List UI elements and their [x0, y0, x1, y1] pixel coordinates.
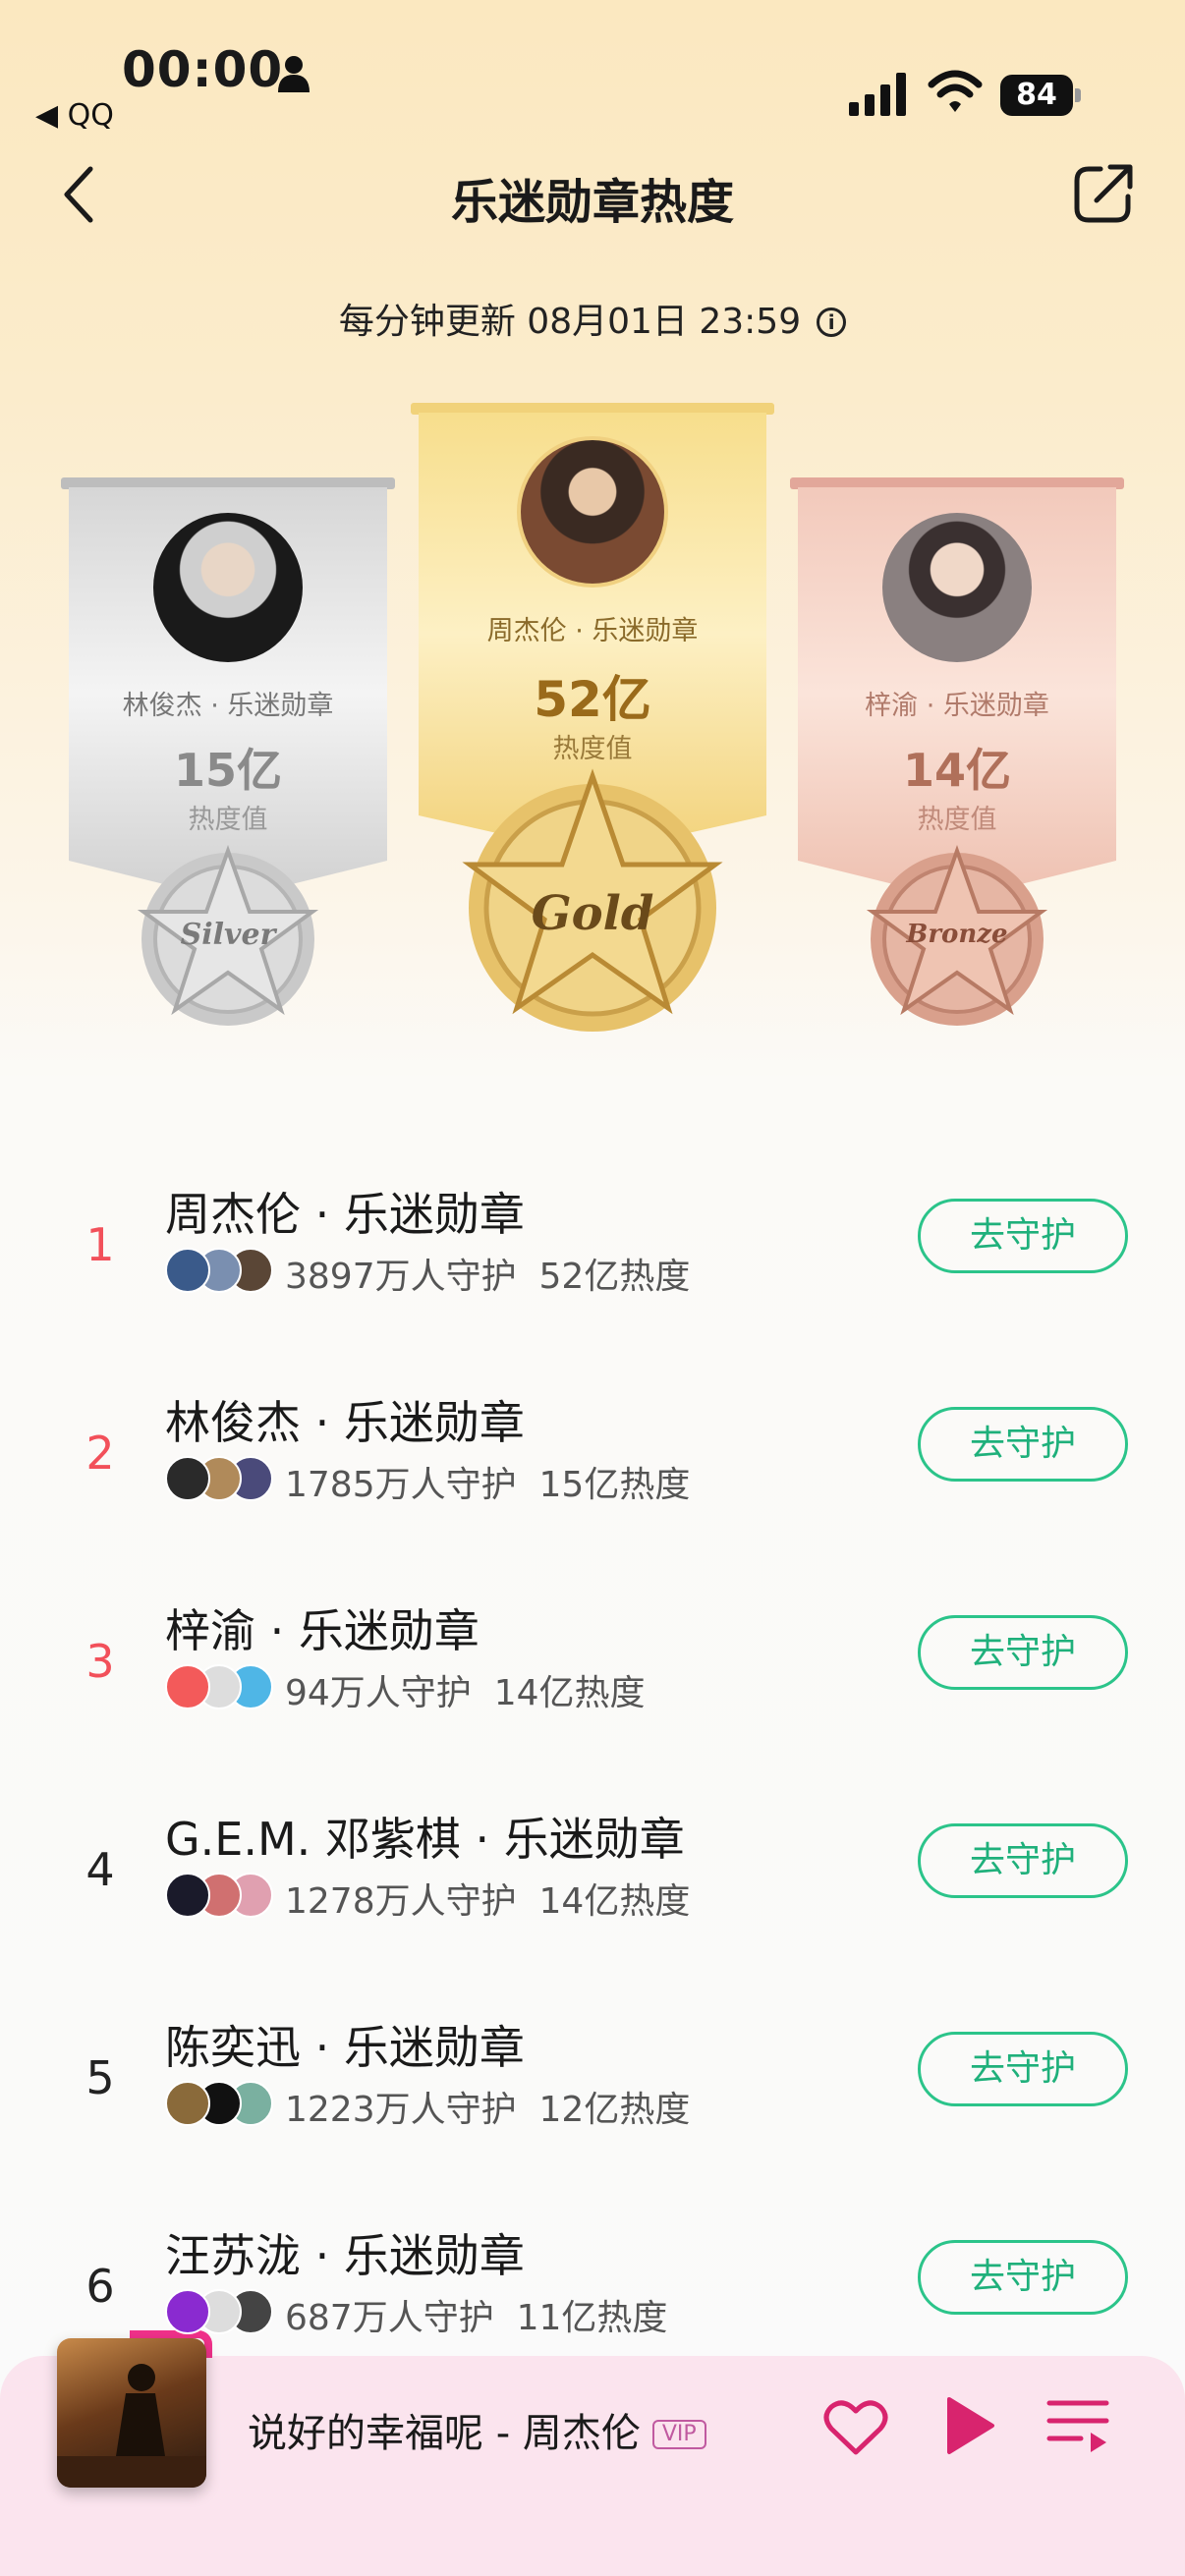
status-time: 00:00 — [122, 41, 284, 98]
ranking-title: 林俊杰 · 乐迷勋章 — [165, 1396, 525, 1449]
fan-avatar — [165, 1873, 210, 1918]
ranking-stats: 1223万人守护 12亿热度 — [285, 2090, 691, 2130]
playlist-icon[interactable] — [1045, 2397, 1110, 2454]
guard-button[interactable]: 去守护 — [918, 2032, 1128, 2106]
now-playing-title[interactable]: 说好的幸福呢 - 周杰伦 VIP — [248, 2401, 706, 2458]
page-title: 乐迷勋章热度 — [450, 175, 734, 230]
rank-number: 6 — [85, 2260, 115, 2313]
silver-name: 林俊杰 · 乐迷勋章 — [122, 691, 334, 721]
silver-medal-label: Silver — [180, 918, 276, 952]
gold-medal-label: Gold — [531, 886, 654, 941]
back-to-app-link[interactable]: ◀ QQ — [35, 98, 114, 133]
fan-avatar — [165, 1456, 210, 1501]
rank-number: 4 — [85, 1843, 115, 1896]
fan-avatar — [165, 2081, 210, 2126]
fan-avatars — [165, 2081, 275, 2126]
fan-avatar — [165, 1248, 210, 1293]
update-time-text: 每分钟更新 08月01日 23:59 — [338, 302, 802, 342]
play-icon[interactable] — [945, 2395, 996, 2456]
ranking-stats: 1278万人守护 14亿热度 — [285, 1881, 691, 1922]
ranking-row[interactable]: 1 周杰伦 · 乐迷勋章 3897万人守护 52亿热度 去守护 — [0, 1188, 1185, 1389]
guard-button[interactable]: 去守护 — [918, 1615, 1128, 1690]
silver-value: 15亿 — [173, 744, 282, 797]
battery-level: 84 — [1000, 75, 1073, 116]
ranking-stats: 1785万人守护 15亿热度 — [285, 1465, 691, 1505]
bronze-sub: 热度值 — [917, 805, 997, 835]
ranking-row[interactable]: 3 梓渝 · 乐迷勋章 94万人守护 14亿热度 去守护 — [0, 1604, 1185, 1806]
info-icon[interactable]: i — [817, 308, 847, 337]
ranking-title: 梓渝 · 乐迷勋章 — [165, 1604, 480, 1657]
wifi-icon — [928, 70, 983, 112]
ranking-row[interactable]: 5 陈奕迅 · 乐迷勋章 1223万人守护 12亿热度 去守护 — [0, 2021, 1185, 2222]
guard-button[interactable]: 去守护 — [918, 1823, 1128, 1898]
ranking-title: 汪苏泷 · 乐迷勋章 — [165, 2229, 525, 2282]
bronze-value: 14亿 — [902, 744, 1011, 797]
rank-number: 2 — [85, 1427, 115, 1480]
fan-avatars — [165, 1456, 275, 1501]
silver-avatar — [153, 513, 303, 662]
fan-avatars — [165, 1248, 275, 1293]
ranking-stats: 687万人守护 11亿热度 — [285, 2298, 668, 2338]
guard-button[interactable]: 去守护 — [918, 2240, 1128, 2315]
ranking-title: 陈奕迅 · 乐迷勋章 — [165, 2021, 525, 2074]
gold-avatar — [517, 436, 668, 588]
share-icon[interactable] — [1071, 161, 1136, 226]
person-icon — [278, 56, 310, 92]
guard-button[interactable]: 去守护 — [918, 1407, 1128, 1482]
silver-sub: 热度值 — [188, 805, 268, 835]
battery-cap — [1075, 88, 1081, 102]
bronze-name: 梓渝 · 乐迷勋章 — [865, 691, 1049, 721]
ranking-row[interactable]: 2 林俊杰 · 乐迷勋章 1785万人守护 15亿热度 去守护 — [0, 1396, 1185, 1597]
album-cover[interactable] — [57, 2338, 206, 2488]
gold-name: 周杰伦 · 乐迷勋章 — [486, 616, 699, 646]
fan-avatar — [165, 1664, 210, 1709]
gold-value: 52亿 — [534, 671, 651, 728]
bronze-avatar — [882, 513, 1032, 662]
gold-sub: 热度值 — [552, 734, 633, 764]
cellular-signal-icon — [849, 73, 906, 116]
rank-number: 5 — [85, 2051, 115, 2104]
battery-indicator: 84 — [1000, 75, 1081, 116]
update-time-line: 每分钟更新 08月01日 23:59 i — [0, 293, 1185, 344]
fan-avatars — [165, 1664, 275, 1709]
ranking-row[interactable]: 4 G.E.M. 邓紫棋 · 乐迷勋章 1278万人守护 14亿热度 去守护 — [0, 1813, 1185, 2014]
rank-number: 1 — [85, 1218, 115, 1271]
heart-icon[interactable] — [823, 2397, 888, 2456]
vip-badge: VIP — [651, 2420, 706, 2449]
now-playing-text: 说好的幸福呢 - 周杰伦 — [248, 2411, 641, 2456]
ranking-stats: 3897万人守护 52亿热度 — [285, 1257, 691, 1297]
fan-avatars — [165, 1873, 275, 1918]
fan-avatar — [165, 2289, 210, 2334]
album-art-figure — [57, 2364, 206, 2488]
rank-number: 3 — [85, 1635, 115, 1688]
guard-button[interactable]: 去守护 — [918, 1199, 1128, 1273]
podium-silver[interactable]: 林俊杰 · 乐迷勋章 15亿 热度值 Silver — [61, 477, 395, 1028]
bronze-medal-label: Bronze — [906, 920, 1008, 949]
ranking-stats: 94万人守护 14亿热度 — [285, 1673, 646, 1713]
fan-avatars — [165, 2289, 275, 2334]
podium-bronze[interactable]: 梓渝 · 乐迷勋章 14亿 热度值 Bronze — [790, 477, 1124, 1028]
ranking-title: 周杰伦 · 乐迷勋章 — [165, 1188, 525, 1241]
podium-gold[interactable]: 周杰伦 · 乐迷勋章 52亿 热度值 Gold — [411, 403, 774, 1051]
ranking-title: G.E.M. 邓紫棋 · 乐迷勋章 — [165, 1813, 685, 1866]
